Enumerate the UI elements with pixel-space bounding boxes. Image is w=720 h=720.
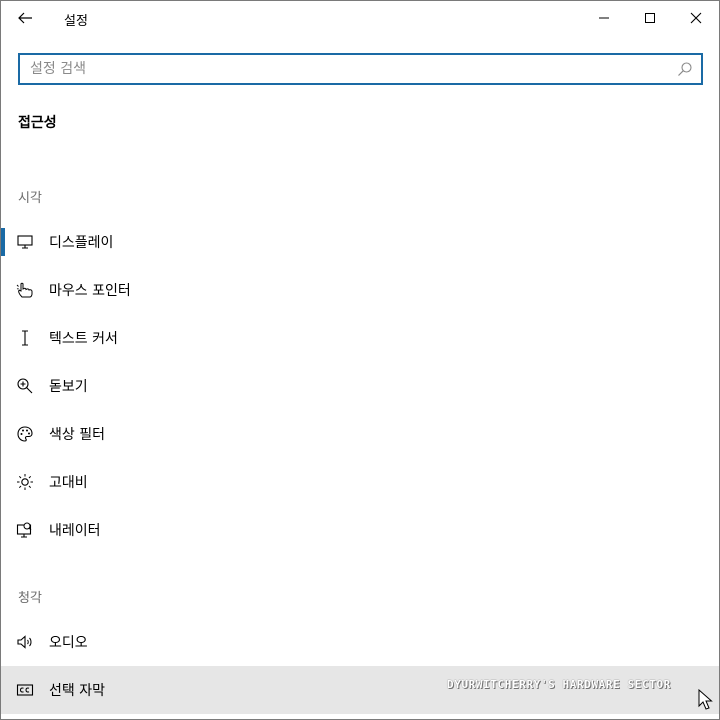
nav-item-color-filters[interactable]: 색상 필터 bbox=[1, 410, 719, 458]
watermark: DYURWITCHERRY'S HARDWARE SECTOR bbox=[447, 678, 671, 691]
search-input[interactable] bbox=[20, 55, 670, 83]
nav-item-text-cursor[interactable]: 텍스트 커서 bbox=[1, 314, 719, 362]
group-label-vision: 시각 bbox=[18, 191, 42, 206]
closed-caption-icon bbox=[15, 680, 35, 700]
close-button[interactable] bbox=[673, 1, 719, 35]
nav-item-label: 돋보기 bbox=[49, 379, 88, 395]
magnifier-icon bbox=[15, 376, 35, 396]
close-icon bbox=[690, 12, 702, 24]
nav-item-label: 내레이터 bbox=[49, 523, 101, 539]
brightness-icon bbox=[15, 472, 35, 492]
nav-item-label: 오디오 bbox=[49, 635, 88, 651]
mouse-cursor-icon bbox=[698, 689, 713, 710]
group-label-hearing: 청각 bbox=[18, 591, 42, 606]
palette-icon bbox=[15, 424, 35, 444]
speaker-icon bbox=[15, 632, 35, 652]
page-title: 접근성 bbox=[18, 115, 57, 131]
nav-item-label: 선택 자막 bbox=[49, 683, 105, 699]
nav-item-label: 마우스 포인터 bbox=[49, 283, 131, 299]
nav-item-label: 고대비 bbox=[49, 475, 88, 491]
title-bar: 설정 bbox=[1, 1, 719, 35]
arrow-left-icon bbox=[18, 12, 32, 24]
window-title: 설정 bbox=[64, 14, 88, 29]
settings-window: 설정 접근성 시각 디스플레이 bbox=[0, 0, 720, 720]
nav-item-high-contrast[interactable]: 고대비 bbox=[1, 458, 719, 506]
nav-item-magnifier[interactable]: 돋보기 bbox=[1, 362, 719, 410]
back-button[interactable] bbox=[1, 1, 49, 35]
search-icon[interactable] bbox=[677, 61, 693, 77]
nav-item-display[interactable]: 디스플레이 bbox=[1, 218, 719, 266]
narrator-icon bbox=[15, 520, 35, 540]
search-box[interactable] bbox=[18, 53, 703, 85]
nav-item-mouse-pointer[interactable]: 마우스 포인터 bbox=[1, 266, 719, 314]
selection-marker bbox=[1, 228, 5, 256]
mouse-pointer-icon bbox=[15, 280, 35, 300]
nav-item-label: 텍스트 커서 bbox=[49, 331, 118, 347]
monitor-icon bbox=[15, 232, 35, 252]
maximize-button[interactable] bbox=[627, 1, 673, 35]
nav-item-audio[interactable]: 오디오 bbox=[1, 618, 719, 666]
nav-item-narrator[interactable]: 내레이터 bbox=[1, 506, 719, 554]
nav-item-label: 색상 필터 bbox=[49, 427, 105, 443]
maximize-icon bbox=[645, 13, 655, 23]
minimize-icon bbox=[599, 17, 609, 19]
nav-item-label: 디스플레이 bbox=[49, 235, 114, 251]
text-cursor-icon bbox=[15, 328, 35, 348]
minimize-button[interactable] bbox=[581, 1, 627, 35]
